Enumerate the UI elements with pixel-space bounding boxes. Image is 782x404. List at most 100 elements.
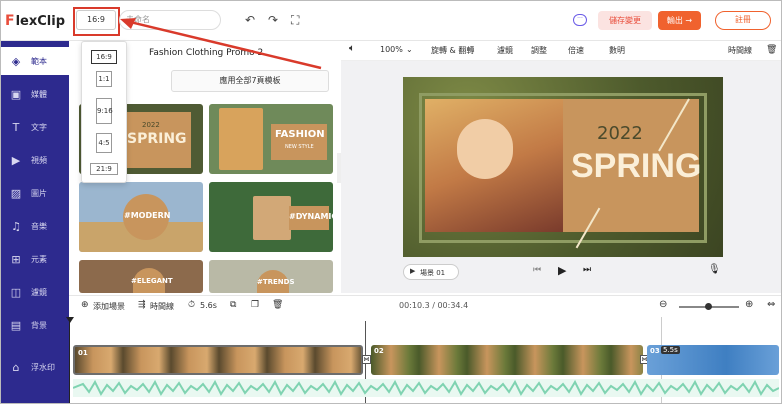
- export-button[interactable]: 輸出 →: [658, 11, 701, 30]
- sidebar-item-label: 圖片: [31, 188, 47, 198]
- thumb-year: 2022: [142, 121, 160, 129]
- duplicate-icon[interactable]: ❐: [251, 300, 259, 310]
- media-icon: ▣: [10, 87, 22, 101]
- scene-clip[interactable]: 01: [73, 345, 363, 375]
- add-scene-icon[interactable]: ⊕: [81, 300, 89, 310]
- ratio-option-21-9[interactable]: 21:9: [90, 163, 118, 175]
- sidebar: ◈ 範本 ▣ 媒體 T 文字 ▶ 視頻 ▨ 圖片 ♫ 音樂 ⊞ 元素 ◫ 濾鏡: [1, 41, 69, 403]
- split-icon[interactable]: ⧉: [230, 300, 236, 310]
- sidebar-item-text[interactable]: T 文字: [1, 113, 69, 141]
- annotation-arrow: [120, 18, 322, 70]
- sidebar-item-label: 背景: [31, 320, 47, 330]
- playhead-marker: [66, 317, 74, 323]
- playhead-line: [69, 317, 70, 403]
- highlight-box: [73, 7, 120, 36]
- clock-icon: ⏱: [188, 300, 196, 310]
- chevron-down-icon[interactable]: ⌄: [406, 45, 413, 54]
- sidebar-item-watermark[interactable]: ⌂ 浮水印: [1, 353, 69, 381]
- zoom-in-icon[interactable]: ⊕: [745, 299, 753, 310]
- zoom-select[interactable]: 100%: [380, 45, 403, 54]
- template-thumb[interactable]: FASHION NEW STYLE: [209, 104, 333, 174]
- elements-icon: ⊞: [11, 252, 21, 266]
- filter-button[interactable]: 濾鏡: [497, 45, 513, 56]
- timeline: 01 ⋈ 02 ⋈ 03 5.5s: [66, 317, 781, 403]
- scene-clip[interactable]: 02: [371, 345, 643, 375]
- sidebar-item-media[interactable]: ▣ 媒體: [1, 80, 69, 108]
- adjust-button[interactable]: 調整: [531, 45, 547, 56]
- preview-area: 2022 SPRING ▶ 場景 01 ⏮ ▶ ⏭ 🎙︎: [341, 61, 781, 293]
- stage-headline: SPRING: [571, 147, 702, 185]
- sidebar-item-images[interactable]: ▨ 圖片: [1, 179, 69, 207]
- text-icon: T: [12, 120, 20, 134]
- play-small-icon: ▶: [410, 267, 416, 275]
- trash-icon[interactable]: 🗑︎: [766, 45, 777, 55]
- sidebar-item-label: 浮水印: [31, 362, 55, 372]
- thumb-subtext: NEW STYLE: [285, 144, 314, 150]
- sidebar-item-music[interactable]: ♫ 音樂: [1, 212, 69, 240]
- previous-icon[interactable]: ⏮: [533, 265, 541, 275]
- playhead[interactable]: [66, 317, 74, 403]
- sidebar-item-background[interactable]: ▤ 背景: [1, 311, 69, 339]
- rotate-flip-button[interactable]: 旋轉 & 翻轉: [431, 45, 474, 56]
- app-window: F lexClip 16:9 未命名 ↶ ↷ ⛶ ··· 儲存變更 輸出 → 註…: [0, 0, 782, 404]
- clip-number: 03: [650, 347, 660, 355]
- timeline-toolbar: ⊕ 添加場景 ⇶ 時間線 ⏱ 5.6s ⧉ ❐ 🗑︎ 00:10.3 / 00:…: [69, 295, 781, 317]
- timeline-button[interactable]: 時間線: [728, 45, 752, 56]
- speed-button[interactable]: 倍速: [568, 45, 584, 56]
- next-icon[interactable]: ⏭: [583, 265, 591, 275]
- chat-icon[interactable]: ···: [573, 14, 587, 26]
- delete-icon[interactable]: 🗑︎: [272, 300, 283, 310]
- sidebar-item-label: 文字: [31, 122, 47, 132]
- sidebar-item-label: 視頻: [31, 155, 47, 165]
- save-changes-button[interactable]: 儲存變更: [598, 11, 652, 30]
- watermark-icon: ⌂: [12, 360, 20, 374]
- stage-year: 2022: [597, 123, 643, 144]
- ratio-option-9-16[interactable]: 9:16: [96, 98, 113, 124]
- clip-number: 01: [78, 349, 88, 357]
- play-icon[interactable]: ▶: [558, 264, 566, 277]
- model-face: [457, 119, 513, 179]
- template-thumb[interactable]: #ELEGANT: [79, 260, 203, 293]
- sidebar-item-video[interactable]: ▶ 視頻: [1, 146, 69, 174]
- template-thumb[interactable]: #DYNAMIC: [209, 182, 333, 252]
- ratio-option-16-9[interactable]: 16:9: [91, 50, 117, 64]
- time-readout: 00:10.3 / 00:34.4: [399, 301, 469, 310]
- fit-width-icon[interactable]: ⇔: [767, 299, 775, 310]
- zoom-slider-handle[interactable]: [705, 303, 712, 310]
- sidebar-item-templates[interactable]: ◈ 範本: [1, 47, 69, 75]
- transition-icon[interactable]: ⋈: [362, 355, 371, 364]
- video-canvas[interactable]: 2022 SPRING: [403, 77, 723, 257]
- add-scene-button[interactable]: 添加場景: [93, 301, 125, 312]
- clip-number: 02: [374, 347, 384, 355]
- scene-clip[interactable]: 03 5.5s: [647, 345, 779, 375]
- thumb-text: SPRING: [127, 131, 187, 147]
- thumb-photo: [219, 108, 263, 170]
- ratio-option-4-5[interactable]: 4:5: [96, 133, 112, 153]
- ratio-option-1-1[interactable]: 1:1: [96, 71, 112, 87]
- preview-toolbar: 🔈︎ 100% ⌄ 旋轉 & 翻轉 濾鏡 調整 倍速 數明 時間線 🗑︎: [341, 41, 781, 61]
- image-icon: ▨: [10, 186, 22, 200]
- logo-mark: F: [5, 13, 15, 29]
- thumb-text: #TRENDS: [257, 278, 295, 286]
- sidebar-item-elements[interactable]: ⊞ 元素: [1, 245, 69, 273]
- sidebar-item-overlays[interactable]: ◫ 濾鏡: [1, 278, 69, 306]
- thumb-text: #DYNAMIC: [289, 212, 333, 221]
- register-button[interactable]: 註冊: [715, 11, 771, 30]
- zoom-out-icon[interactable]: ⊖: [659, 299, 667, 310]
- logo-text: lexClip: [15, 13, 65, 29]
- timeline-label[interactable]: 時間線: [150, 301, 174, 312]
- music-icon: ♫: [11, 219, 21, 233]
- scene-select[interactable]: ▶ 場景 01: [403, 264, 459, 280]
- timeline-icon: ⇶: [138, 300, 146, 310]
- sidebar-item-label: 範本: [31, 56, 47, 66]
- opacity-button[interactable]: 數明: [609, 45, 625, 56]
- flexclip-logo[interactable]: F lexClip: [5, 12, 69, 30]
- template-thumb[interactable]: #TRENDS: [209, 260, 333, 293]
- sidebar-item-label: 音樂: [31, 221, 47, 231]
- audio-waveform[interactable]: [73, 379, 779, 397]
- volume-icon[interactable]: 🔈︎: [349, 43, 355, 54]
- microphone-icon[interactable]: 🎙︎: [708, 264, 721, 275]
- thumb-text: #MODERN: [124, 211, 171, 220]
- template-thumb[interactable]: #MODERN: [79, 182, 203, 252]
- scene-duration[interactable]: 5.6s: [200, 301, 217, 310]
